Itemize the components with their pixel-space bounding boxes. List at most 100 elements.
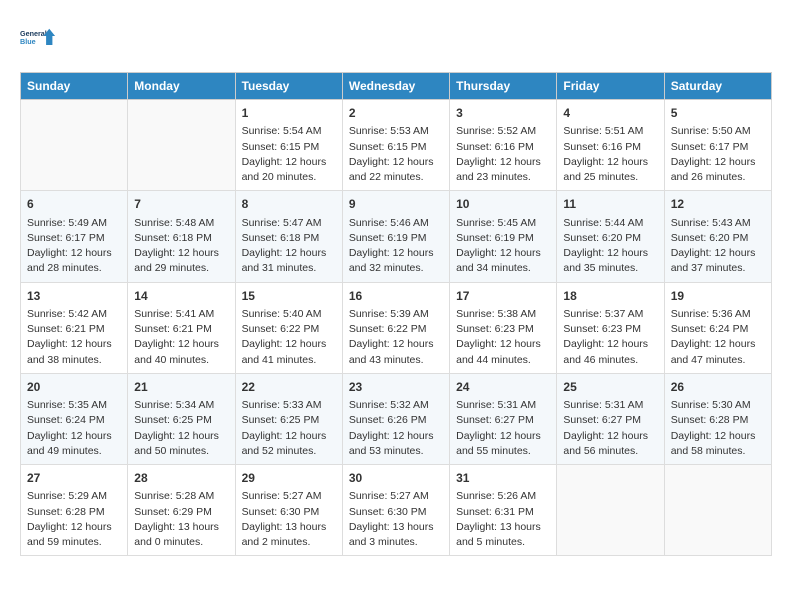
day-cell: 3Sunrise: 5:52 AMSunset: 6:16 PMDaylight…	[450, 100, 557, 191]
day-detail: Sunrise: 5:40 AMSunset: 6:22 PMDaylight:…	[242, 307, 336, 368]
day-number: 21	[134, 379, 228, 396]
day-number: 29	[242, 470, 336, 487]
day-number: 17	[456, 288, 550, 305]
day-cell: 19 Sunrise: 5:36 AMSunset: 6:24 PMDayligh…	[664, 282, 771, 373]
day-number: 1	[242, 105, 336, 122]
day-cell: 30 Sunrise: 5:27 AMSunset: 6:30 PMDayligh…	[342, 465, 449, 556]
day-cell: 1Sunrise: 5:54 AMSunset: 6:15 PMDaylight…	[235, 100, 342, 191]
day-cell: 7Sunrise: 5:48 AMSunset: 6:18 PMDaylight…	[128, 191, 235, 282]
day-cell: 17 Sunrise: 5:38 AMSunset: 6:23 PMDayligh…	[450, 282, 557, 373]
day-number: 25	[563, 379, 657, 396]
weekday-header-wednesday: Wednesday	[342, 73, 449, 100]
day-number: 20	[27, 379, 121, 396]
day-detail: Sunrise: 5:31 AMSunset: 6:27 PMDaylight:…	[456, 398, 550, 459]
day-number: 19	[671, 288, 765, 305]
day-detail: Sunrise: 5:27 AMSunset: 6:30 PMDaylight:…	[349, 489, 443, 550]
day-detail: Sunrise: 5:36 AMSunset: 6:24 PMDaylight:…	[671, 307, 765, 368]
day-number: 28	[134, 470, 228, 487]
day-number: 31	[456, 470, 550, 487]
day-number: 8	[242, 196, 336, 213]
day-number: 6	[27, 196, 121, 213]
day-cell: 10Sunrise: 5:45 AMSunset: 6:19 PMDayligh…	[450, 191, 557, 282]
svg-text:General: General	[20, 29, 47, 38]
day-detail: Sunrise: 5:38 AMSunset: 6:23 PMDaylight:…	[456, 307, 550, 368]
day-cell: 31 Sunrise: 5:26 AMSunset: 6:31 PMDayligh…	[450, 465, 557, 556]
day-cell: 15 Sunrise: 5:40 AMSunset: 6:22 PMDayligh…	[235, 282, 342, 373]
day-detail: Sunrise: 5:48 AMSunset: 6:18 PMDaylight:…	[134, 216, 228, 277]
day-cell: 28 Sunrise: 5:28 AMSunset: 6:29 PMDayligh…	[128, 465, 235, 556]
week-row-4: 20 Sunrise: 5:35 AMSunset: 6:24 PMDayligh…	[21, 373, 772, 464]
calendar-table: SundayMondayTuesdayWednesdayThursdayFrid…	[20, 72, 772, 556]
day-number: 27	[27, 470, 121, 487]
day-cell	[128, 100, 235, 191]
day-detail: Sunrise: 5:27 AMSunset: 6:30 PMDaylight:…	[242, 489, 336, 550]
day-number: 14	[134, 288, 228, 305]
day-cell: 2 Sunrise: 5:53 AMSunset: 6:15 PMDaylight…	[342, 100, 449, 191]
day-number: 15	[242, 288, 336, 305]
day-number: 10	[456, 196, 550, 213]
week-row-3: 13 Sunrise: 5:42 AMSunset: 6:21 PMDayligh…	[21, 282, 772, 373]
day-detail: Sunrise: 5:44 AMSunset: 6:20 PMDaylight:…	[563, 216, 657, 277]
day-cell: 4 Sunrise: 5:51 AMSunset: 6:16 PMDaylight…	[557, 100, 664, 191]
weekday-header-tuesday: Tuesday	[235, 73, 342, 100]
day-detail: Sunrise: 5:51 AMSunset: 6:16 PMDaylight:…	[563, 124, 657, 185]
day-cell: 21 Sunrise: 5:34 AMSunset: 6:25 PMDayligh…	[128, 373, 235, 464]
day-number: 4	[563, 105, 657, 122]
day-detail: Sunrise: 5:50 AMSunset: 6:17 PMDaylight:…	[671, 124, 765, 185]
day-number: 13	[27, 288, 121, 305]
day-detail: Sunrise: 5:35 AMSunset: 6:24 PMDaylight:…	[27, 398, 121, 459]
day-cell: 29 Sunrise: 5:27 AMSunset: 6:30 PMDayligh…	[235, 465, 342, 556]
day-number: 5	[671, 105, 765, 122]
day-cell	[557, 465, 664, 556]
day-detail: Sunrise: 5:53 AMSunset: 6:15 PMDaylight:…	[349, 124, 443, 185]
page-header: GeneralBlue	[20, 20, 772, 56]
day-cell: 26Sunrise: 5:30 AMSunset: 6:28 PMDayligh…	[664, 373, 771, 464]
day-detail: Sunrise: 5:28 AMSunset: 6:29 PMDaylight:…	[134, 489, 228, 550]
day-cell: 18Sunrise: 5:37 AMSunset: 6:23 PMDayligh…	[557, 282, 664, 373]
day-cell: 9 Sunrise: 5:46 AMSunset: 6:19 PMDaylight…	[342, 191, 449, 282]
day-detail: Sunrise: 5:52 AMSunset: 6:16 PMDaylight:…	[456, 124, 550, 185]
day-number: 16	[349, 288, 443, 305]
day-cell: 8 Sunrise: 5:47 AMSunset: 6:18 PMDaylight…	[235, 191, 342, 282]
day-cell: 20 Sunrise: 5:35 AMSunset: 6:24 PMDayligh…	[21, 373, 128, 464]
day-cell: 27Sunrise: 5:29 AMSunset: 6:28 PMDayligh…	[21, 465, 128, 556]
day-detail: Sunrise: 5:43 AMSunset: 6:20 PMDaylight:…	[671, 216, 765, 277]
day-detail: Sunrise: 5:42 AMSunset: 6:21 PMDaylight:…	[27, 307, 121, 368]
weekday-header-saturday: Saturday	[664, 73, 771, 100]
day-detail: Sunrise: 5:34 AMSunset: 6:25 PMDaylight:…	[134, 398, 228, 459]
weekday-header-thursday: Thursday	[450, 73, 557, 100]
calendar-header: SundayMondayTuesdayWednesdayThursdayFrid…	[21, 73, 772, 100]
svg-text:Blue: Blue	[20, 37, 36, 46]
day-cell: 23Sunrise: 5:32 AMSunset: 6:26 PMDayligh…	[342, 373, 449, 464]
day-number: 2	[349, 105, 443, 122]
day-detail: Sunrise: 5:31 AMSunset: 6:27 PMDaylight:…	[563, 398, 657, 459]
day-cell	[21, 100, 128, 191]
day-cell: 24 Sunrise: 5:31 AMSunset: 6:27 PMDayligh…	[450, 373, 557, 464]
weekday-header-friday: Friday	[557, 73, 664, 100]
day-cell: 11 Sunrise: 5:44 AMSunset: 6:20 PMDayligh…	[557, 191, 664, 282]
day-cell: 14Sunrise: 5:41 AMSunset: 6:21 PMDayligh…	[128, 282, 235, 373]
day-detail: Sunrise: 5:47 AMSunset: 6:18 PMDaylight:…	[242, 216, 336, 277]
day-number: 11	[563, 196, 657, 213]
day-number: 26	[671, 379, 765, 396]
day-detail: Sunrise: 5:26 AMSunset: 6:31 PMDaylight:…	[456, 489, 550, 550]
day-detail: Sunrise: 5:32 AMSunset: 6:26 PMDaylight:…	[349, 398, 443, 459]
logo: GeneralBlue	[20, 20, 56, 56]
day-cell: 12 Sunrise: 5:43 AMSunset: 6:20 PMDayligh…	[664, 191, 771, 282]
weekday-header-row: SundayMondayTuesdayWednesdayThursdayFrid…	[21, 73, 772, 100]
day-cell: 16 Sunrise: 5:39 AMSunset: 6:22 PMDayligh…	[342, 282, 449, 373]
day-cell: 13 Sunrise: 5:42 AMSunset: 6:21 PMDayligh…	[21, 282, 128, 373]
day-number: 12	[671, 196, 765, 213]
day-cell: 22Sunrise: 5:33 AMSunset: 6:25 PMDayligh…	[235, 373, 342, 464]
week-row-2: 6 Sunrise: 5:49 AMSunset: 6:17 PMDaylight…	[21, 191, 772, 282]
day-number: 30	[349, 470, 443, 487]
day-detail: Sunrise: 5:46 AMSunset: 6:19 PMDaylight:…	[349, 216, 443, 277]
day-cell: 25 Sunrise: 5:31 AMSunset: 6:27 PMDayligh…	[557, 373, 664, 464]
day-number: 24	[456, 379, 550, 396]
day-detail: Sunrise: 5:39 AMSunset: 6:22 PMDaylight:…	[349, 307, 443, 368]
day-detail: Sunrise: 5:49 AMSunset: 6:17 PMDaylight:…	[27, 216, 121, 277]
day-detail: Sunrise: 5:37 AMSunset: 6:23 PMDaylight:…	[563, 307, 657, 368]
calendar-body: 1Sunrise: 5:54 AMSunset: 6:15 PMDaylight…	[21, 100, 772, 556]
day-number: 9	[349, 196, 443, 213]
day-number: 22	[242, 379, 336, 396]
